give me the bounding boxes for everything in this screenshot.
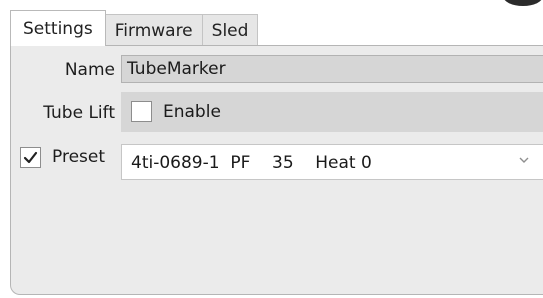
tube-lift-label: Tube Lift — [43, 103, 115, 123]
tab-sled-label: Sled — [211, 20, 249, 41]
tab-strip: Settings Firmware Sled — [10, 10, 259, 46]
tab-settings-label: Settings — [23, 18, 93, 39]
tab-firmware[interactable]: Firmware — [104, 14, 203, 46]
settings-window: Settings Firmware Sled Name TubeMarker T… — [0, 0, 543, 298]
tab-sled[interactable]: Sled — [201, 14, 259, 46]
tab-settings[interactable]: Settings — [10, 10, 106, 46]
tube-lift-group: Enable — [121, 92, 543, 132]
tube-lift-enable-checkbox[interactable] — [131, 101, 152, 122]
preset-label: Preset — [52, 147, 106, 167]
tab-firmware-label: Firmware — [114, 20, 193, 41]
settings-panel: Name TubeMarker Tube Lift Enable Preset … — [10, 45, 543, 295]
enable-label: Enable — [163, 102, 221, 122]
name-field-value: TubeMarker — [127, 59, 226, 79]
preset-checkbox[interactable] — [20, 147, 41, 168]
name-label: Name — [64, 60, 115, 80]
preset-dropdown-value: 4ti-0689-1 PF 35 Heat 0 — [131, 153, 372, 173]
window-corner-decoration — [503, 0, 543, 6]
name-field[interactable]: TubeMarker — [121, 55, 543, 83]
preset-dropdown[interactable]: 4ti-0689-1 PF 35 Heat 0 — [121, 144, 543, 180]
chevron-down-icon[interactable] — [519, 156, 529, 164]
check-icon — [23, 151, 38, 163]
